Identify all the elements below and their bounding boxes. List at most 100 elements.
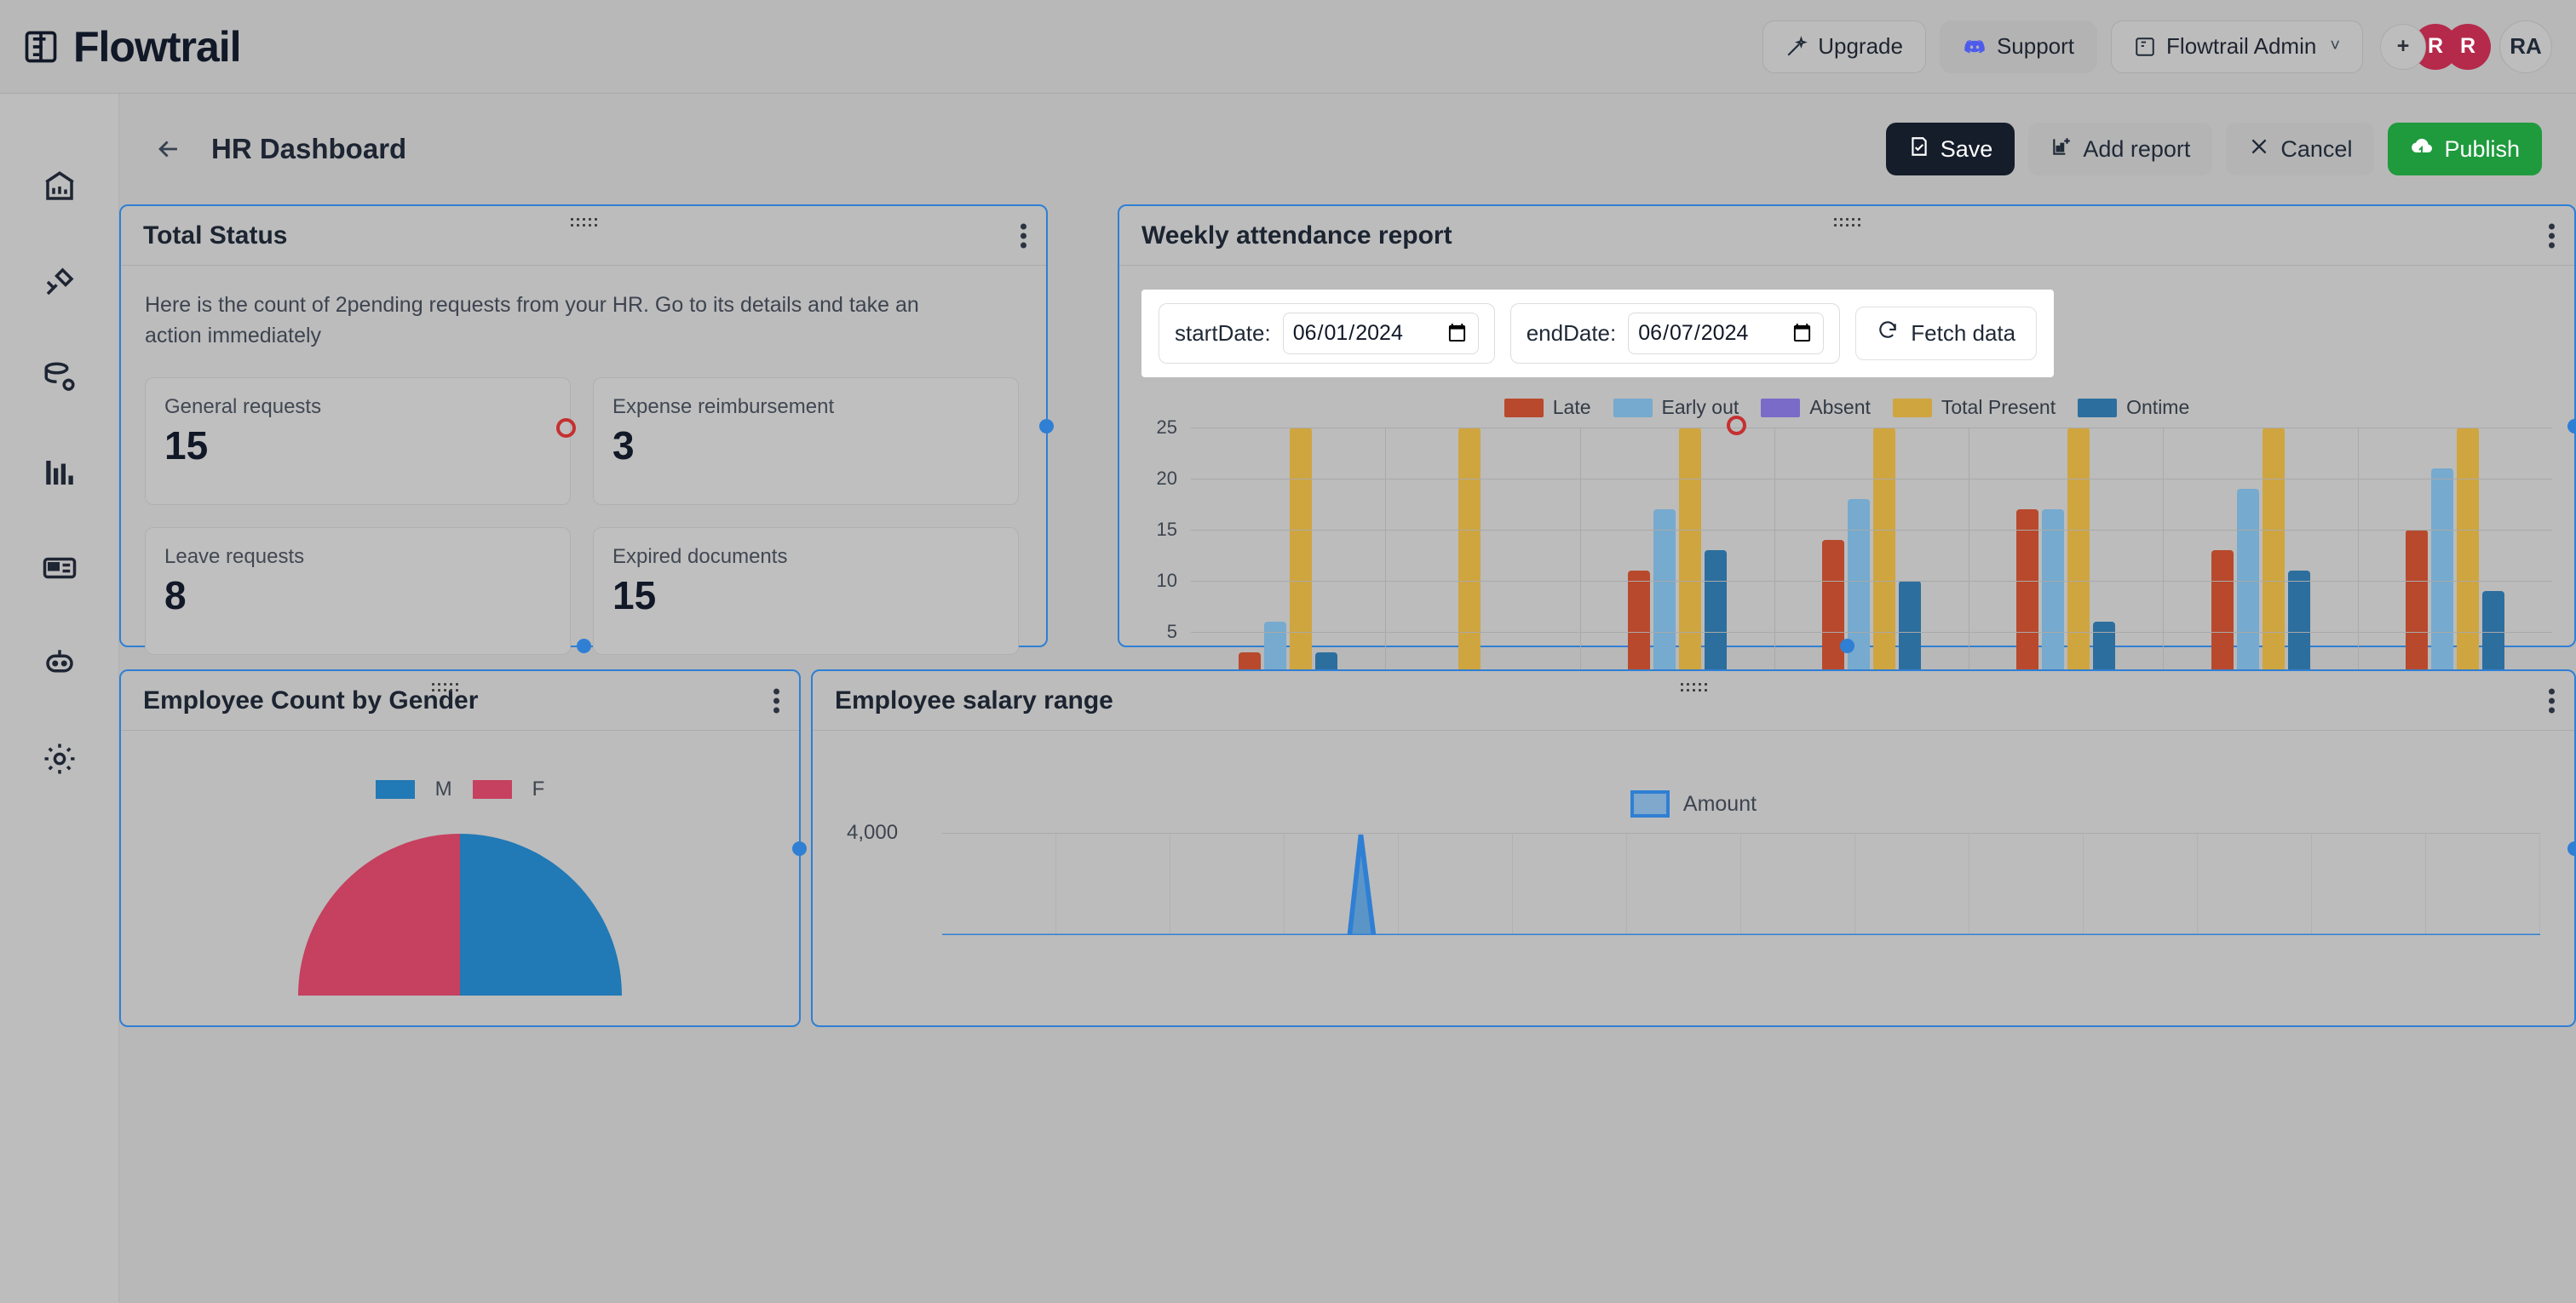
legend-item[interactable]: Absent: [1761, 396, 1871, 419]
publish-button[interactable]: Publish: [2388, 123, 2542, 175]
card-employee-salary-range[interactable]: Employee salary range Amount 4,000: [811, 669, 2576, 1027]
card-menu-button[interactable]: [773, 685, 780, 716]
bar[interactable]: [1704, 550, 1727, 683]
close-icon: [2248, 135, 2270, 164]
card-total-status[interactable]: Total Status Here is the count of 2pendi…: [119, 204, 1054, 805]
avatar[interactable]: R: [2445, 23, 2491, 70]
stat-tile[interactable]: Expired documents 15: [593, 526, 1019, 655]
bar[interactable]: [1847, 499, 1870, 683]
bar[interactable]: [2067, 428, 2090, 683]
workspace-selector[interactable]: Flowtrail Admin ˅: [2111, 20, 2363, 73]
sidebar-item-database-settings[interactable]: [42, 359, 78, 395]
sidebar-item-home-bank[interactable]: [42, 169, 78, 204]
y-axis-tick: 15: [1156, 519, 1177, 540]
stat-tile[interactable]: Expense reimbursement 3: [593, 376, 1019, 505]
bar-group: [1385, 428, 1579, 683]
bar[interactable]: [2042, 509, 2065, 683]
y-axis-tick: 20: [1156, 468, 1177, 489]
sidebar: [0, 94, 119, 1303]
resize-handle-right[interactable]: [1039, 419, 1054, 433]
resize-handle-right[interactable]: [792, 841, 807, 856]
sidebar-item-connections[interactable]: [42, 264, 78, 300]
start-date-input[interactable]: [1282, 313, 1479, 354]
cancel-button[interactable]: Cancel: [2226, 123, 2375, 175]
start-date-label: startDate:: [1175, 320, 1271, 346]
save-button[interactable]: Save: [1885, 123, 2015, 175]
bar[interactable]: [2016, 509, 2039, 683]
add-member-button[interactable]: +: [2380, 23, 2426, 70]
bar[interactable]: [2236, 489, 2259, 683]
resize-handle-bottom[interactable]: [1840, 639, 1854, 653]
stat-tile[interactable]: General requests 15: [145, 376, 571, 505]
refresh-icon: [1877, 319, 1899, 347]
workspace-label: Flowtrail Admin: [2166, 33, 2317, 59]
legend-label-amount: Amount: [1682, 791, 1757, 816]
y-axis-tick: 4,000: [847, 821, 899, 844]
back-button[interactable]: [145, 125, 193, 173]
bar[interactable]: [1627, 571, 1650, 683]
workspace-icon: [2134, 36, 2156, 58]
card-menu-button[interactable]: [2549, 220, 2556, 251]
legend-item[interactable]: Early out: [1613, 396, 1739, 419]
resize-handle-bottom[interactable]: [577, 639, 591, 653]
card-menu-button[interactable]: [2549, 685, 2556, 716]
sidebar-item-settings[interactable]: [42, 741, 78, 777]
fetch-data-button[interactable]: Fetch data: [1855, 307, 2038, 360]
bar[interactable]: [2287, 571, 2310, 683]
bar[interactable]: [1653, 509, 1676, 683]
card-employee-count-by-gender[interactable]: Employee Count by Gender MF: [119, 669, 807, 1027]
start-date-field[interactable]: startDate:: [1159, 303, 1495, 364]
stat-value: 15: [612, 572, 657, 617]
drag-handle-icon[interactable]: [430, 681, 459, 693]
sidebar-item-reports[interactable]: [42, 550, 78, 586]
resize-handle-right[interactable]: [2567, 419, 2576, 433]
bar[interactable]: [2456, 428, 2479, 683]
card-title: Total Status: [143, 221, 288, 250]
grid-line: [1385, 428, 1387, 683]
bar-group: [1191, 428, 1385, 683]
support-button[interactable]: Support: [1939, 20, 2098, 73]
flowtrail-logo-icon: [22, 28, 60, 66]
card-title: Employee Count by Gender: [143, 686, 479, 715]
stat-label: Leave requests: [164, 544, 305, 568]
legend-swatch: [1613, 398, 1653, 417]
user-avatar[interactable]: RA: [2499, 20, 2552, 73]
brand: Flowtrail: [0, 22, 242, 72]
chevron-down-icon: ˅: [2330, 37, 2340, 55]
filter-bar: startDate: endDate: Fetch data: [1141, 290, 2055, 377]
resize-handle-right[interactable]: [2567, 841, 2576, 856]
bar-group: [2163, 428, 2357, 683]
bar[interactable]: [2430, 468, 2453, 683]
stat-tile[interactable]: Leave requests 8: [145, 526, 571, 655]
legend-label: M: [434, 778, 452, 801]
drag-handle-icon[interactable]: [569, 216, 598, 228]
card-weekly-attendance[interactable]: Weekly attendance report startDate: endD…: [1118, 204, 2576, 716]
add-report-button[interactable]: Add report: [2028, 123, 2213, 175]
stat-label: Expired documents: [612, 544, 788, 568]
grid-line: [1191, 632, 2552, 633]
bar[interactable]: [1872, 428, 1895, 683]
card-menu-button[interactable]: [1021, 220, 1027, 251]
drag-handle-icon[interactable]: [1679, 681, 1708, 693]
bar[interactable]: [1678, 428, 1701, 683]
end-date-input[interactable]: [1628, 313, 1825, 354]
bar[interactable]: [2211, 550, 2234, 683]
bar[interactable]: [1458, 428, 1481, 683]
bar[interactable]: [2262, 428, 2285, 683]
pie-chart-svg: [298, 834, 622, 996]
page-title: HR Dashboard: [211, 133, 407, 164]
support-label: Support: [1996, 33, 2075, 59]
end-date-field[interactable]: endDate:: [1509, 303, 1841, 364]
drag-handle-icon[interactable]: [1832, 216, 1861, 228]
bar[interactable]: [2405, 530, 2428, 683]
save-label: Save: [1940, 135, 1993, 162]
legend-item[interactable]: Total Present: [1892, 396, 2056, 419]
legend-item[interactable]: Late: [1504, 396, 1591, 419]
legend-item[interactable]: Ontime: [2078, 396, 2189, 419]
pie-legend: MF: [121, 778, 799, 801]
bar[interactable]: [1290, 428, 1313, 683]
bar[interactable]: [1821, 540, 1844, 683]
upgrade-button[interactable]: Upgrade: [1762, 20, 1926, 73]
sidebar-item-ai-assistant[interactable]: [42, 646, 78, 681]
sidebar-item-analytics[interactable]: [42, 455, 78, 491]
